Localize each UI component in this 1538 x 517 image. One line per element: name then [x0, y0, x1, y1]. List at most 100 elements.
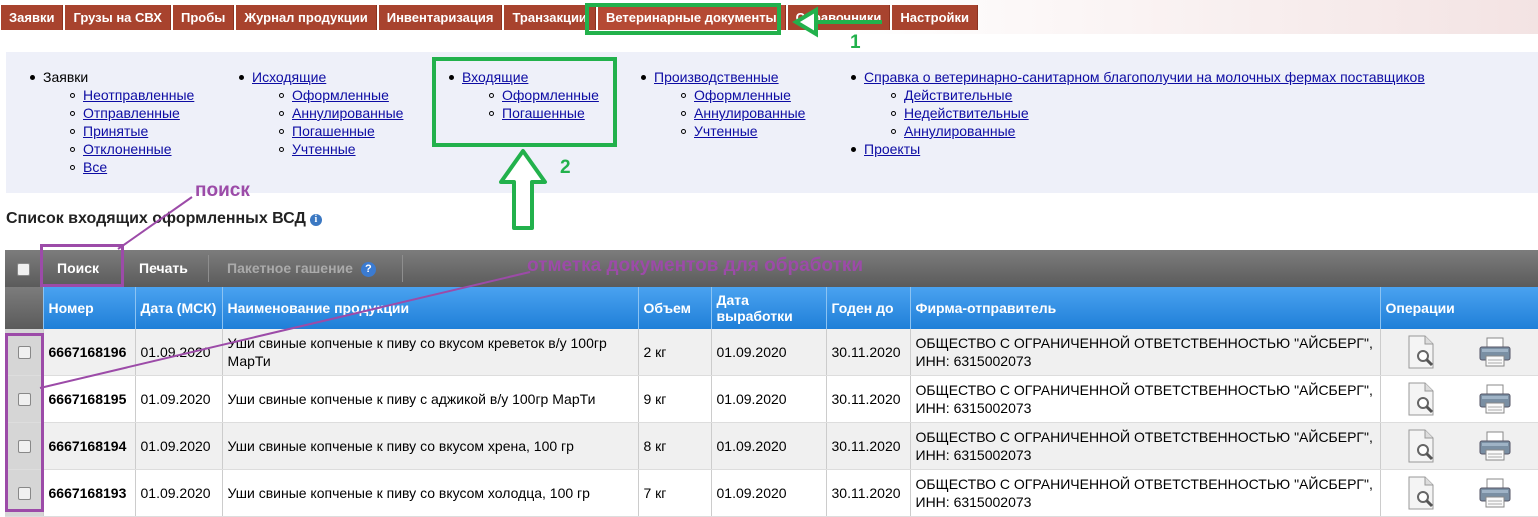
- table-header-row: Номер Дата (МСК) Наименование продукции …: [5, 287, 1538, 329]
- main-tabs: Заявки Грузы на СВХ Пробы Журнал продукц…: [1, 5, 979, 30]
- menu-col-certificate: Справка о ветеринарно-санитарном благопо…: [851, 68, 1425, 158]
- cell-number: 6667168193: [43, 469, 136, 517]
- header-production-date[interactable]: Дата выработки: [711, 287, 827, 329]
- row-checkbox-cell: [5, 329, 44, 376]
- cell-operations: [1380, 375, 1538, 423]
- tab-transactions[interactable]: Транзакции: [504, 5, 596, 30]
- cell-expires: 30.11.2020: [826, 469, 911, 517]
- print-icon[interactable]: [1478, 337, 1512, 367]
- menu-link-outgoing-redeemed[interactable]: Погашенные: [292, 123, 375, 139]
- tab-references[interactable]: Справочники: [787, 5, 891, 30]
- tab-svh-cargo[interactable]: Грузы на СВХ: [65, 5, 171, 30]
- annotation-label-1: 1: [850, 32, 861, 53]
- row-checkbox[interactable]: [18, 487, 31, 500]
- page-title-text: Список входящих оформленных ВСД: [6, 210, 306, 227]
- menu-title-requests: Заявки: [43, 69, 89, 85]
- print-icon[interactable]: [1478, 431, 1512, 461]
- help-icon[interactable]: ?: [360, 262, 376, 277]
- header-operations: Операции: [1380, 287, 1538, 329]
- view-document-icon[interactable]: [1406, 382, 1436, 416]
- view-document-icon[interactable]: [1406, 476, 1436, 510]
- tab-inventory[interactable]: Инвентаризация: [378, 5, 503, 30]
- annotation-search-note: поиск: [195, 180, 250, 201]
- menu-link-unsent[interactable]: Неотправленные: [83, 87, 194, 103]
- menu-link-incoming[interactable]: Входящие: [462, 69, 528, 85]
- cell-date: 01.09.2020: [135, 329, 223, 376]
- select-all-checkbox[interactable]: [17, 263, 30, 276]
- cell-expires: 30.11.2020: [826, 375, 911, 423]
- row-checkbox-cell: [5, 375, 44, 423]
- menu-link-all[interactable]: Все: [83, 159, 107, 175]
- row-checkbox[interactable]: [18, 346, 31, 359]
- cell-date: 01.09.2020: [135, 422, 223, 470]
- row-checkbox-cell: [5, 422, 44, 470]
- toolbar-divider: [402, 255, 403, 282]
- tab-vet-documents[interactable]: Ветеринарные документы: [597, 5, 786, 30]
- menu-link-rejected[interactable]: Отклоненные: [83, 141, 172, 157]
- row-checkbox[interactable]: [18, 440, 31, 453]
- table-row: 6667168193 01.09.2020 Уши свиные копчены…: [5, 469, 1538, 517]
- menu-link-outgoing-issued[interactable]: Оформленные: [292, 87, 389, 103]
- tab-requests[interactable]: Заявки: [1, 5, 64, 30]
- menu-link-accepted[interactable]: Принятые: [83, 123, 148, 139]
- submenu-panel: Заявки Неотправленные Отправленные Приня…: [6, 52, 1538, 193]
- menu-link-production-cancelled[interactable]: Аннулированные: [694, 105, 805, 121]
- cell-sender: ОБЩЕСТВО С ОГРАНИЧЕННОЙ ОТВЕТСТВЕННОСТЬЮ…: [910, 422, 1381, 470]
- header-expiry[interactable]: Годен до: [826, 287, 911, 329]
- tab-settings[interactable]: Настройки: [892, 5, 979, 30]
- batch-redeem-button[interactable]: Пакетное гашение?: [227, 250, 376, 287]
- menu-link-cert-valid[interactable]: Действительные: [904, 87, 1012, 103]
- batch-redeem-label: Пакетное гашение: [227, 260, 353, 276]
- cell-expires: 30.11.2020: [826, 329, 911, 376]
- cell-product: Уши свиные копченые к пиву со вкусом кре…: [222, 329, 639, 376]
- menu-link-incoming-redeemed[interactable]: Погашенные: [502, 105, 585, 121]
- cell-date: 01.09.2020: [135, 469, 223, 517]
- header-volume[interactable]: Объем: [638, 287, 712, 329]
- cell-produced: 01.09.2020: [711, 422, 827, 470]
- menu-link-cert-invalid[interactable]: Недействительные: [904, 105, 1029, 121]
- cell-volume: 2 кг: [638, 329, 712, 376]
- cell-number: 6667168195: [43, 375, 136, 423]
- menu-link-vet-certificate[interactable]: Справка о ветеринарно-санитарном благопо…: [864, 69, 1425, 85]
- header-number[interactable]: Номер: [43, 287, 136, 329]
- table-row: 6667168195 01.09.2020 Уши свиные копчены…: [5, 375, 1538, 423]
- row-checkbox-cell: [5, 469, 44, 517]
- view-document-icon[interactable]: [1406, 429, 1436, 463]
- cell-sender: ОБЩЕСТВО С ОГРАНИЧЕННОЙ ОТВЕТСТВЕННОСТЬЮ…: [910, 329, 1381, 376]
- cell-expires: 30.11.2020: [826, 422, 911, 470]
- search-button[interactable]: Поиск: [57, 250, 99, 287]
- print-icon[interactable]: [1478, 478, 1512, 508]
- menu-link-incoming-issued[interactable]: Оформленные: [502, 87, 599, 103]
- page-title: Список входящих оформленных ВСД i: [6, 210, 322, 228]
- cell-product: Уши свиные копченые к пиву со вкусом хре…: [222, 422, 639, 470]
- menu-link-outgoing-cancelled[interactable]: Аннулированные: [292, 105, 403, 121]
- header-checkbox-col: [5, 287, 44, 329]
- menu-link-outgoing[interactable]: Исходящие: [252, 69, 326, 85]
- header-date[interactable]: Дата (МСК): [135, 287, 223, 329]
- header-sender[interactable]: Фирма-отправитель: [910, 287, 1381, 329]
- row-checkbox[interactable]: [18, 393, 31, 406]
- menu-link-sent[interactable]: Отправленные: [83, 105, 180, 121]
- menu-link-outgoing-recorded[interactable]: Учтенные: [292, 141, 356, 157]
- cell-produced: 01.09.2020: [711, 469, 827, 517]
- menu-col-requests: Заявки Неотправленные Отправленные Приня…: [30, 68, 194, 176]
- print-icon[interactable]: [1478, 384, 1512, 414]
- tab-product-journal[interactable]: Журнал продукции: [236, 5, 377, 30]
- menu-link-production[interactable]: Производственные: [654, 69, 779, 85]
- cell-volume: 7 кг: [638, 469, 712, 517]
- menu-link-cert-cancelled[interactable]: Аннулированные: [904, 123, 1015, 139]
- cell-volume: 9 кг: [638, 375, 712, 423]
- tab-samples[interactable]: Пробы: [172, 5, 235, 30]
- menu-link-projects[interactable]: Проекты: [864, 141, 920, 157]
- print-button[interactable]: Печать: [139, 250, 188, 287]
- view-document-icon[interactable]: [1406, 335, 1436, 369]
- menu-link-production-recorded[interactable]: Учтенные: [694, 123, 758, 139]
- info-icon[interactable]: i: [309, 214, 322, 226]
- menu-link-production-issued[interactable]: Оформленные: [694, 87, 791, 103]
- header-product[interactable]: Наименование продукции: [222, 287, 639, 329]
- annotation-label-2: 2: [560, 157, 571, 178]
- cell-number: 6667168194: [43, 422, 136, 470]
- cell-operations: [1380, 329, 1538, 376]
- menu-col-outgoing: Исходящие Оформленные Аннулированные Пог…: [239, 68, 403, 158]
- cell-product: Уши свиные копченые к пиву со вкусом хол…: [222, 469, 639, 517]
